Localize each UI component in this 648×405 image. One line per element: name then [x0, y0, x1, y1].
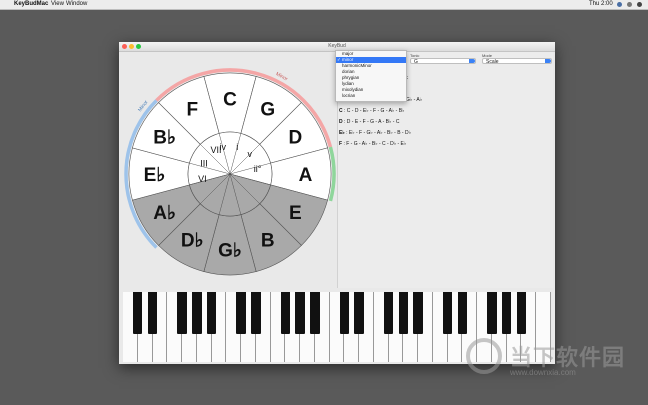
- wheel-key-label: G: [260, 100, 275, 121]
- wheel-degree-label: v: [248, 149, 253, 159]
- wheel-key-label: C: [223, 90, 237, 111]
- menu-app-name[interactable]: KeyBudMac: [14, 0, 48, 9]
- user-icon[interactable]: [617, 2, 622, 7]
- menu-bar: KeyBudMac View Window Thu 2:00: [0, 0, 648, 10]
- wheel-key-label: E♭: [144, 165, 166, 186]
- menu-view[interactable]: View: [51, 0, 64, 9]
- scale-row: E♭ : E♭ - F - G♭ - A♭ - B♭ - B - D♭: [339, 130, 411, 136]
- menu-clock[interactable]: Thu 2:00: [589, 0, 613, 9]
- piano-black-key[interactable]: [354, 292, 364, 334]
- piano-black-key[interactable]: [177, 292, 187, 334]
- piano-black-key[interactable]: [147, 292, 158, 334]
- wheel-degree-label: ii°: [254, 164, 262, 174]
- piano-black-key[interactable]: [487, 292, 497, 334]
- menu-window[interactable]: Window: [66, 0, 87, 9]
- wheel-degree-label: VI: [198, 174, 207, 184]
- chevron-down-icon: [545, 59, 551, 63]
- piano-black-key[interactable]: [310, 292, 320, 334]
- scale-row: C : C - D - E♭ - F - G - A♭ - B♭: [339, 108, 405, 114]
- wheel-key-label: E: [289, 203, 302, 224]
- chevron-down-icon: [469, 59, 475, 63]
- mode-dropdown-menu[interactable]: major ✓ minor harmonicMinor dorian phrygi…: [335, 50, 407, 102]
- piano-black-key[interactable]: [457, 292, 468, 334]
- mode-select[interactable]: Scale: [482, 58, 552, 65]
- piano-black-key[interactable]: [192, 292, 202, 334]
- piano-black-key[interactable]: [398, 292, 409, 334]
- notification-icon[interactable]: [637, 2, 642, 7]
- scale-row: D : D - E - F - G - A - B♭ - C: [339, 119, 400, 125]
- wheel-key-label: A: [299, 165, 313, 186]
- piano-black-key[interactable]: [251, 292, 261, 334]
- piano-black-key[interactable]: [206, 292, 217, 334]
- piano-black-key[interactable]: [133, 292, 143, 334]
- piano-black-key[interactable]: [516, 292, 527, 334]
- scale-row: G♭ - A♭: [406, 97, 423, 103]
- wheel-key-label: F: [186, 100, 198, 121]
- window-title: KeyBud: [328, 43, 346, 49]
- piano-black-key[interactable]: [442, 292, 453, 334]
- wheel-key-label: G♭: [218, 241, 242, 262]
- watermark-url: www.downxia.com: [510, 368, 576, 377]
- piano-black-key[interactable]: [413, 292, 423, 334]
- tonic-select[interactable]: G: [410, 58, 476, 65]
- wheel-degree-label: III: [200, 159, 208, 169]
- watermark-logo: 当下软件园 www.downxia.com: [466, 338, 636, 388]
- scale-row: F : F - G - A♭ - B♭ - C - D♭ - E♭: [339, 141, 407, 147]
- menu-item-locrian[interactable]: locrian: [336, 93, 406, 99]
- piano-black-key[interactable]: [339, 292, 350, 334]
- watermark-icon: [466, 338, 502, 374]
- wheel-key-label: B♭: [153, 127, 176, 148]
- tonic-value: G: [414, 59, 418, 65]
- wheel-key-label: B: [261, 230, 275, 251]
- piano-black-key[interactable]: [295, 292, 305, 334]
- mode-value: Scale: [486, 59, 499, 65]
- piano-black-key[interactable]: [383, 292, 394, 334]
- wheel-key-label: D: [289, 127, 303, 148]
- circle-of-fifths: C GDAEBG♭D♭A♭E♭B♭Fiv ivii°VIIIIVIIMinorMin…: [124, 68, 336, 276]
- spotlight-icon[interactable]: [627, 2, 632, 7]
- piano-black-key[interactable]: [280, 292, 291, 334]
- piano-black-key[interactable]: [502, 292, 512, 334]
- wheel-key-label: A♭: [153, 203, 176, 224]
- wheel-degree-label: VII: [210, 145, 221, 155]
- wheel-key-label: D♭: [181, 230, 204, 251]
- wheel-degree-label: i: [236, 142, 238, 152]
- piano-black-key[interactable]: [236, 292, 246, 334]
